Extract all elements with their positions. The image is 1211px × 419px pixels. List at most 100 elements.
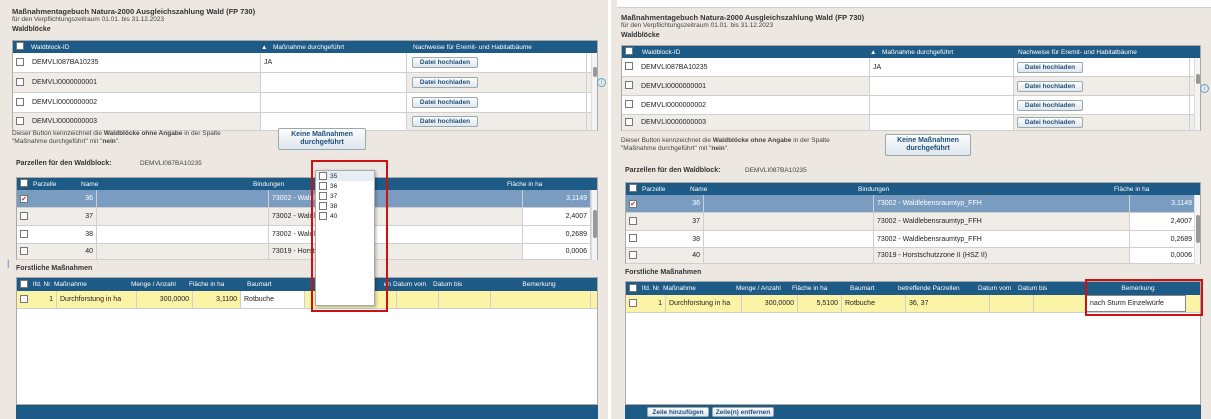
col-nachweise[interactable]: Nachweise für Eremit- und Habitatbäume	[413, 44, 593, 51]
baumart-select[interactable]: Rotbuche	[241, 291, 305, 308]
row-checkbox[interactable]	[625, 117, 633, 126]
upload-button[interactable]: Datei hochladen	[412, 77, 478, 88]
upload-button[interactable]: Datei hochladen	[1017, 80, 1083, 92]
col-name[interactable]: Name	[690, 186, 858, 193]
upload-button[interactable]: Datei hochladen	[1017, 99, 1083, 111]
table-row[interactable]: DEMVLI0000000002 Datei hochladen	[622, 96, 1200, 115]
table-row[interactable]: 40 73019 - Horstschutzzone II (HSZ II) 0…	[626, 248, 1200, 264]
col-nachweise[interactable]: Nachweise für Eremit- und Habitatbäume	[1018, 49, 1198, 56]
massnahme-input[interactable]	[870, 96, 1014, 114]
row-checkbox[interactable]	[20, 211, 28, 220]
row-checkbox[interactable]	[16, 116, 24, 125]
table-row[interactable]: 37 73002 - Waldleben 2,4007	[17, 208, 597, 226]
upload-button[interactable]: Datei hochladen	[1017, 61, 1083, 73]
table-row[interactable]: 36 73002 - Waldlebensraumtyp_FFH 3,1149	[626, 195, 1200, 213]
col-name[interactable]: Name	[81, 181, 253, 188]
table-row[interactable]: 40 73019 - Horstschutz 0,0006	[17, 244, 597, 260]
massnahme-input[interactable]	[261, 73, 407, 92]
datum-vom-input[interactable]	[397, 291, 439, 308]
remove-row-button[interactable]: Zeile(n) entfernen	[712, 407, 774, 417]
col-massnahme[interactable]: Maßnahme	[51, 281, 131, 288]
col-datum-vom[interactable]: Datum vom	[978, 285, 1018, 292]
col-parzelle[interactable]: Parzelle	[642, 186, 690, 193]
flaeche-input[interactable]: 5,5100	[798, 295, 842, 312]
add-row-button[interactable]: Zeile hinzufügen	[647, 407, 709, 417]
table-row[interactable]: DEMVLI087BA10235 JA Datei hochladen	[622, 58, 1200, 77]
row-checkbox[interactable]	[20, 294, 28, 303]
datum-bis-input[interactable]	[439, 291, 491, 308]
row-checkbox[interactable]	[625, 62, 633, 70]
row-checkbox[interactable]	[16, 97, 24, 106]
massnahme-input[interactable]: JA	[261, 53, 407, 72]
datum-bis-input[interactable]	[1034, 295, 1086, 312]
bemerkung-input[interactable]	[491, 291, 591, 308]
row-checkbox[interactable]	[16, 57, 24, 66]
menge-input[interactable]: 300,0000	[742, 295, 798, 312]
flaeche-input[interactable]: 3,1100	[193, 291, 241, 308]
upload-button[interactable]: Datei hochladen	[412, 57, 478, 68]
col-menge[interactable]: Menge / Anzahl	[131, 281, 189, 288]
col-datum-bis[interactable]: Datum bis	[1018, 285, 1088, 292]
col-datum-bis[interactable]: Datum bis	[433, 281, 489, 288]
col-datum-vom[interactable]: Datum vom	[393, 281, 433, 288]
massnahme-input[interactable]	[870, 115, 1014, 130]
table-row[interactable]: 1 Durchforstung in ha 300,0000 3,1100 Ro…	[17, 291, 597, 309]
col-baumart[interactable]: Baumart	[237, 281, 295, 288]
scrollbar[interactable]	[1194, 195, 1200, 264]
select-all-checkbox[interactable]	[625, 47, 633, 55]
row-checkbox[interactable]	[629, 250, 637, 259]
select-all-checkbox[interactable]	[20, 179, 28, 187]
baumart-select[interactable]: Rotbuche	[842, 295, 906, 312]
col-flaeche[interactable]: Fläche in ha	[1114, 186, 1194, 193]
row-checkbox[interactable]	[16, 77, 24, 86]
no-action-button[interactable]: Keine Maßnahmen durchgeführt	[885, 134, 971, 156]
scrollbar[interactable]	[591, 190, 597, 260]
row-checkbox[interactable]	[20, 246, 28, 255]
col-massnahme-durchgefuehrt[interactable]: Maßnahme durchgeführt	[882, 49, 1018, 56]
upload-button[interactable]: Datei hochladen	[412, 97, 478, 108]
col-flaeche[interactable]: Fläche in ha	[507, 181, 587, 188]
table-row[interactable]: 36 73002 - Waldleben 3,1149	[17, 190, 597, 208]
col-waldblock-id[interactable]: Waldblock-ID	[25, 44, 261, 51]
table-row[interactable]: DEMVLI0000000001 Datei hochladen	[13, 73, 597, 93]
sort-asc-icon[interactable]: ▲	[870, 49, 882, 56]
table-row[interactable]: 37 73002 - Waldlebensraumtyp_FFH 2,4007	[626, 213, 1200, 231]
col-betreffende-parzellen[interactable]: betreffende Parzellen	[896, 285, 978, 292]
col-lfd-nr[interactable]: lfd. Nr.	[642, 285, 660, 292]
row-checkbox[interactable]	[629, 199, 637, 208]
select-all-checkbox[interactable]	[20, 279, 28, 288]
massnahme-input[interactable]	[870, 77, 1014, 95]
scrollbar[interactable]	[1194, 58, 1200, 130]
massnahme-input[interactable]: JA	[870, 58, 1014, 76]
col-menge[interactable]: Menge / Anzahl	[736, 285, 792, 292]
no-action-button[interactable]: Keine Maßnahmen durchgeführt	[278, 128, 366, 150]
menge-input[interactable]: 300,0000	[137, 291, 193, 308]
col-massnahme[interactable]: Maßnahme	[660, 285, 736, 292]
upload-button[interactable]: Datei hochladen	[1017, 117, 1083, 128]
col-flaeche[interactable]: Fläche in ha	[189, 281, 237, 288]
select-all-checkbox[interactable]	[629, 283, 637, 292]
massnahme-select[interactable]: Durchforstung in ha	[57, 291, 137, 308]
scrollbar[interactable]	[591, 53, 597, 130]
col-waldblock-id[interactable]: Waldblock-ID	[638, 49, 870, 56]
table-row[interactable]: DEMVLI0000000003 Datei hochladen	[622, 115, 1200, 131]
col-massnahme-durchgefuehrt[interactable]: Maßnahme durchgeführt	[273, 44, 413, 51]
select-all-checkbox[interactable]	[16, 42, 24, 50]
col-bindungen[interactable]: Bindungen	[858, 186, 1114, 193]
row-checkbox[interactable]	[625, 81, 633, 89]
col-bemerkung[interactable]: Bemerkung	[489, 281, 589, 288]
massnahme-select[interactable]: Durchforstung in ha	[666, 295, 742, 312]
col-flaeche[interactable]: Fläche in ha	[792, 285, 838, 292]
info-icon[interactable]: i	[597, 78, 606, 87]
table-row[interactable]: DEMVLI0000000001 Datei hochladen	[622, 77, 1200, 96]
col-baumart[interactable]: Baumart	[838, 285, 896, 292]
row-checkbox[interactable]	[629, 234, 637, 242]
info-icon[interactable]: i	[1200, 84, 1209, 93]
table-row[interactable]: 38 73002 - Waldleben 0,2689	[17, 226, 597, 244]
row-checkbox[interactable]	[20, 194, 28, 203]
massnahme-input[interactable]	[261, 93, 407, 112]
row-checkbox[interactable]	[629, 216, 637, 225]
sort-asc-icon[interactable]: ▲	[261, 44, 273, 51]
col-lfd-nr[interactable]: lfd. Nr.	[33, 281, 51, 288]
row-checkbox[interactable]	[629, 298, 637, 307]
